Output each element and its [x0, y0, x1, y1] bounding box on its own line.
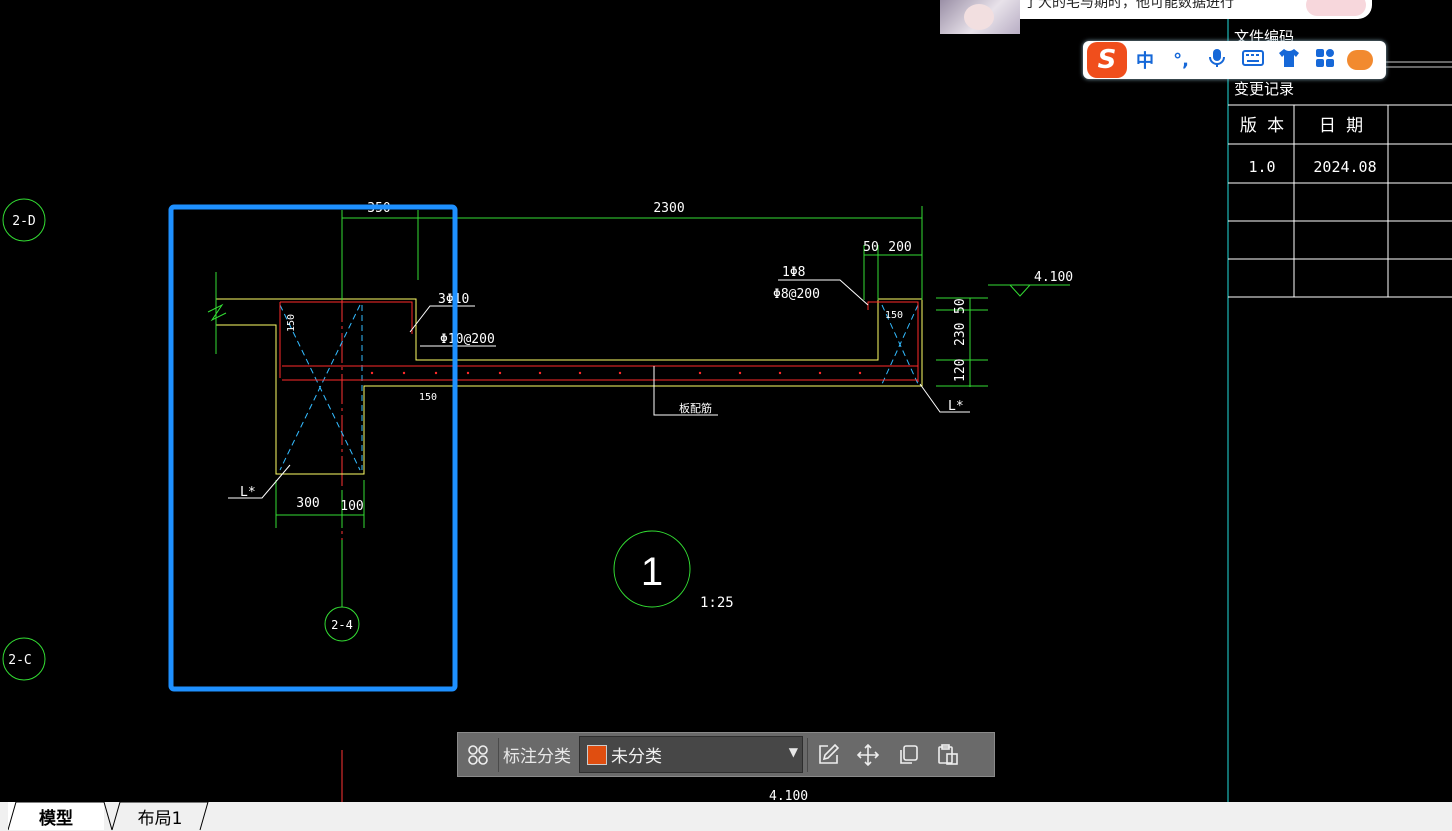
header-date: 日 期: [1319, 116, 1363, 136]
dim-300: 300: [296, 496, 319, 511]
grid-label-2d: 2-D: [12, 214, 36, 229]
move-icon[interactable]: [848, 735, 888, 775]
label-slab-rebar: 板配筋: [679, 401, 712, 415]
grid-label-2c: 2-C: [8, 653, 31, 668]
label-beam-right: L*: [948, 399, 964, 414]
section-number: 1: [641, 550, 663, 594]
dim-150: 150: [885, 310, 903, 321]
notification-action[interactable]: [1306, 0, 1366, 16]
dim-150: 150: [286, 314, 297, 332]
chevron-down-icon: ▼: [788, 745, 798, 759]
copy-icon[interactable]: [888, 735, 928, 775]
dim-v50: 50: [953, 298, 968, 314]
beam-hatch: [279, 304, 919, 471]
layout-tab-bar: 模型 布局1: [0, 802, 1452, 831]
dim-150: 150: [419, 392, 437, 403]
paste-icon[interactable]: [928, 735, 968, 775]
tab-layout1[interactable]: 布局1: [112, 802, 209, 831]
dim-50: 50: [863, 240, 879, 255]
dim-100: 100: [340, 499, 363, 514]
section-scale: 1:25: [700, 595, 734, 611]
beam-slab-outline: [215, 298, 923, 475]
category-value: 未分类: [611, 747, 662, 767]
label-stirrup: Φ10@200: [440, 332, 495, 347]
selection-frame[interactable]: [168, 204, 458, 692]
row-date: 2024.08: [1313, 158, 1376, 176]
mic-icon[interactable]: [1199, 48, 1235, 73]
keyboard-icon[interactable]: [1235, 49, 1271, 71]
avatar[interactable]: [940, 0, 1020, 34]
ime-chinese-mode[interactable]: 中: [1127, 47, 1163, 73]
ime-logo-icon[interactable]: S: [1087, 42, 1127, 78]
change-record-label: 变更记录: [1234, 80, 1294, 98]
category-color-swatch: [587, 744, 607, 765]
dim-2300: 2300: [653, 201, 684, 216]
rebar-dots: [370, 371, 862, 375]
mascot-icon[interactable]: [1347, 50, 1373, 70]
grid-label-24: 2-4: [331, 618, 353, 632]
label-bar-1: 1Φ8: [782, 265, 805, 280]
notification-text: 了大的宅与期时，他可能数据进行: [1024, 0, 1234, 11]
skin-icon[interactable]: [1271, 48, 1307, 73]
leader-lines: [228, 279, 970, 499]
annotation-toolbar: 标注分类 未分类 ▼: [457, 732, 995, 777]
cad-drawing-canvas[interactable]: 文件编码 变更记录 版 本 日 期 1.0 2024.08 2-D 2-C 2-…: [0, 0, 1452, 831]
rebar: [279, 301, 919, 382]
category-label: 标注分类: [503, 747, 571, 767]
dim-v230: 230: [953, 323, 968, 346]
category-dropdown[interactable]: 未分类 ▼: [579, 736, 803, 773]
dim-200: 200: [888, 240, 911, 255]
tab-layout1-label: 布局1: [137, 808, 183, 829]
notification-banner[interactable]: 了大的宅与期时，他可能数据进行: [1020, 0, 1372, 19]
label-beam-left: L*: [240, 485, 256, 500]
ime-toolbar[interactable]: S 中 °,: [1083, 41, 1386, 79]
ime-punctuation[interactable]: °,: [1163, 50, 1199, 71]
grid-menu-icon[interactable]: [458, 735, 498, 775]
header-version: 版 本: [1240, 116, 1284, 136]
dimension-lines: [275, 206, 1070, 528]
label-stirrup-2: Φ8@200: [773, 287, 820, 302]
tab-model-label: 模型: [39, 808, 73, 829]
label-level: 4.100: [1034, 270, 1073, 285]
row-version: 1.0: [1248, 158, 1275, 176]
apps-icon[interactable]: [1307, 48, 1343, 73]
edit-icon[interactable]: [808, 735, 848, 775]
tab-model[interactable]: 模型: [8, 802, 112, 831]
break-symbol: [207, 272, 227, 354]
dim-v120: 120: [953, 359, 968, 382]
